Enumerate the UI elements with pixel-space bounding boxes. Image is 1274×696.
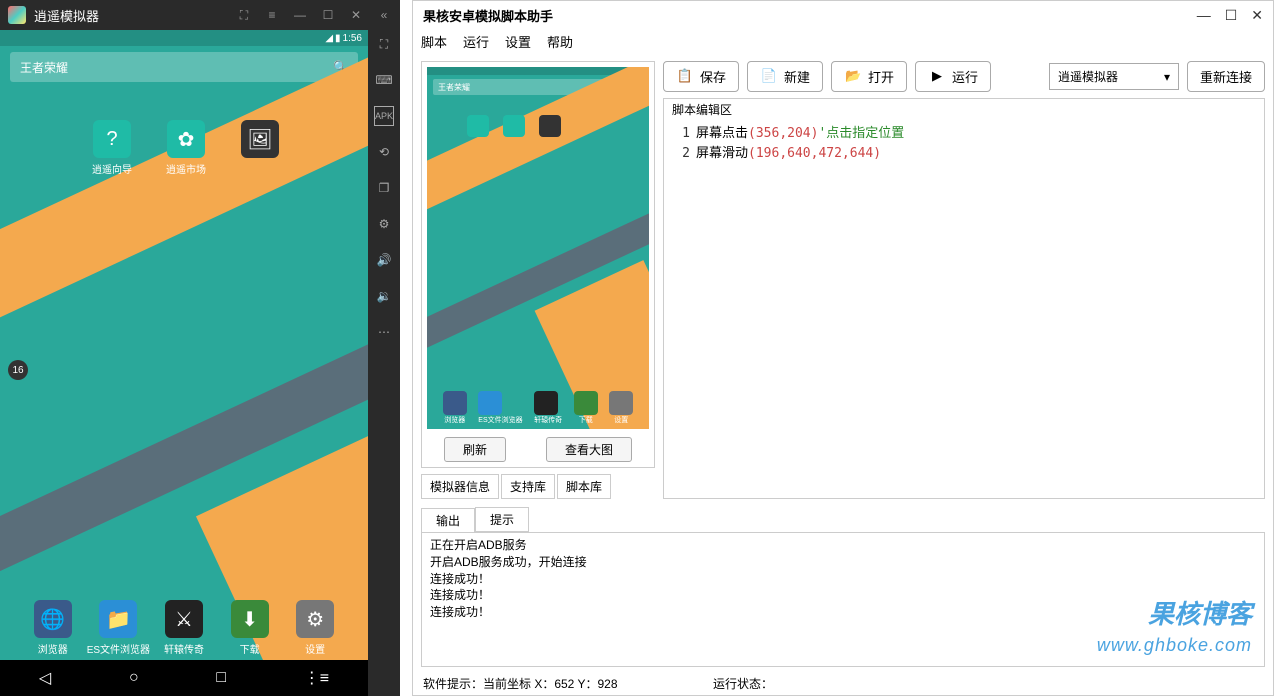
new-icon: 📄	[760, 68, 778, 86]
script-editor: 脚本编辑区 1屏幕点击(356,204)'点击指定位置2屏幕滑动(196,640…	[663, 98, 1265, 499]
emulator-select[interactable]: 逍遥模拟器▾	[1049, 63, 1179, 90]
output-box[interactable]: 正在开启ADB服务开启ADB服务成功，开始连接连接成功！连接成功！连接成功！ 果…	[421, 532, 1265, 667]
menu-0[interactable]: 脚本	[421, 32, 447, 51]
chevron-down-icon: ▾	[1164, 70, 1170, 84]
signal-icon: ◢	[325, 33, 333, 44]
assistant-right-panel: 📋保存 📄新建 📂打开 ▶运行 逍遥模拟器▾ 重新连接 脚本编辑区 1屏幕点击(…	[663, 61, 1265, 499]
apk-icon[interactable]: APK	[374, 106, 394, 126]
menu-3[interactable]: 帮助	[547, 32, 573, 51]
emulator-title: 逍遥模拟器	[34, 6, 236, 25]
output-tab-0[interactable]: 输出	[421, 508, 475, 533]
dock-app-3[interactable]: ⬇下载	[228, 600, 272, 656]
app-icon-1[interactable]: ✿逍遥市场	[164, 120, 208, 176]
dock-app-1[interactable]: 📁ES文件浏览器	[96, 600, 140, 656]
output-line: 连接成功！	[430, 604, 1256, 621]
output-line: 连接成功！	[430, 587, 1256, 604]
close-icon[interactable]: ✕	[348, 8, 364, 23]
play-icon: ▶	[928, 68, 946, 86]
app-icon-2[interactable]: 🖼	[238, 120, 282, 176]
script-content[interactable]: 1屏幕点击(356,204)'点击指定位置2屏幕滑动(196,640,472,6…	[664, 120, 1264, 498]
save-button[interactable]: 📋保存	[663, 61, 739, 92]
left-tab-1[interactable]: 支持库	[501, 474, 555, 499]
preview-box: 王者荣耀 浏览器ES文件浏览器轩辕传奇下载设置 刷新 查看大图	[421, 61, 655, 468]
emulator-window: 逍遥模拟器 ⛶ ≡ — ☐ ✕ « ◢ ▮ 1:56 王者荣耀 🔍 ?逍遥向导 ✿…	[0, 0, 400, 696]
preview-screenshot[interactable]: 王者荣耀 浏览器ES文件浏览器轩辕传奇下载设置	[427, 67, 649, 429]
maximize-icon[interactable]: ☐	[1225, 7, 1238, 24]
collapse-sidebar-icon[interactable]: «	[376, 8, 392, 23]
status-time: 1:56	[343, 33, 362, 44]
list-icon[interactable]: ⋮≡	[304, 668, 329, 688]
home-icon[interactable]: ○	[129, 669, 139, 687]
notification-badge[interactable]: 16	[8, 360, 28, 380]
script-line[interactable]: 2屏幕滑动(196,640,472,644)	[674, 144, 1254, 164]
android-search[interactable]: 王者荣耀 🔍	[10, 52, 358, 82]
menu-icon[interactable]: ≡	[264, 8, 280, 23]
emulator-screen[interactable]: ◢ ▮ 1:56 王者荣耀 🔍 ?逍遥向导 ✿逍遥市场 🖼 16 🌐浏览器 📁ES文件…	[0, 30, 368, 696]
gear-icon[interactable]: ⚙	[374, 214, 394, 234]
output-line: 连接成功！	[430, 571, 1256, 588]
open-button[interactable]: 📂打开	[831, 61, 907, 92]
back-icon[interactable]: ◁	[39, 668, 51, 688]
search-placeholder: 王者荣耀	[20, 59, 333, 76]
run-button[interactable]: ▶运行	[915, 61, 991, 92]
status-hint: 软件提示：当前坐标 X：652 Y：928	[423, 675, 713, 692]
save-icon: 📋	[676, 68, 694, 86]
android-statusbar: ◢ ▮ 1:56	[0, 30, 368, 46]
assistant-left-panel: 王者荣耀 浏览器ES文件浏览器轩辕传奇下载设置 刷新 查看大图 模拟器信息支持库…	[421, 61, 655, 499]
maximize-icon[interactable]: ☐	[320, 8, 336, 23]
battery-icon: ▮	[335, 33, 341, 44]
menu-2[interactable]: 设置	[505, 32, 531, 51]
output-tab-1[interactable]: 提示	[475, 507, 529, 532]
dock-app-4[interactable]: ⚙设置	[293, 600, 337, 656]
minimize-icon[interactable]: —	[292, 8, 308, 23]
emulator-toolbar: ⛶ ⌨ APK ⟲ ❐ ⚙ 🔊 🔉 ⋯	[368, 30, 400, 696]
assistant-menu: 脚本运行设置帮助	[413, 29, 1273, 53]
close-icon[interactable]: ✕	[1251, 7, 1263, 24]
fullscreen-icon[interactable]: ⛶	[236, 8, 252, 23]
output-line: 正在开启ADB服务	[430, 537, 1256, 554]
volume-up-icon[interactable]: 🔊	[374, 250, 394, 270]
emulator-titlebar: 逍遥模拟器 ⛶ ≡ — ☐ ✕ «	[0, 0, 400, 30]
output-section: 输出提示 正在开启ADB服务开启ADB服务成功，开始连接连接成功！连接成功！连接…	[421, 507, 1265, 667]
android-nav: ◁ ○ □ ⋮≡	[0, 660, 368, 696]
dock-app-2[interactable]: ⚔轩辕传奇	[162, 600, 206, 656]
new-button[interactable]: 📄新建	[747, 61, 823, 92]
reconnect-button[interactable]: 重新连接	[1187, 61, 1265, 92]
more-icon[interactable]: ⋯	[374, 322, 394, 342]
menu-1[interactable]: 运行	[463, 32, 489, 51]
recent-icon[interactable]: □	[216, 669, 226, 687]
script-line[interactable]: 1屏幕点击(356,204)'点击指定位置	[674, 124, 1254, 144]
toolbar: 📋保存 📄新建 📂打开 ▶运行 逍遥模拟器▾ 重新连接	[663, 61, 1265, 92]
status-run: 运行状态：	[713, 675, 773, 692]
minimize-icon[interactable]: —	[1197, 7, 1211, 24]
script-label: 脚本编辑区	[664, 99, 1264, 120]
expand-icon[interactable]: ⛶	[374, 34, 394, 54]
volume-down-icon[interactable]: 🔉	[374, 286, 394, 306]
open-icon: 📂	[844, 68, 862, 86]
multi-window-icon[interactable]: ❐	[374, 178, 394, 198]
refresh-button[interactable]: 刷新	[444, 437, 506, 462]
assistant-window: 果核安卓模拟脚本助手 — ☐ ✕ 脚本运行设置帮助 王者荣耀 浏览器ES文件浏览	[412, 0, 1274, 696]
rotate-icon[interactable]: ⟲	[374, 142, 394, 162]
dock-app-0[interactable]: 🌐浏览器	[31, 600, 75, 656]
output-line: 开启ADB服务成功，开始连接	[430, 554, 1256, 571]
left-tab-0[interactable]: 模拟器信息	[421, 474, 499, 499]
view-large-button[interactable]: 查看大图	[546, 437, 632, 462]
left-tab-2[interactable]: 脚本库	[557, 474, 611, 499]
keyboard-icon[interactable]: ⌨	[374, 70, 394, 90]
statusbar: 软件提示：当前坐标 X：652 Y：928 运行状态：	[413, 671, 1273, 695]
assistant-title: 果核安卓模拟脚本助手	[423, 6, 1197, 25]
assistant-titlebar: 果核安卓模拟脚本助手 — ☐ ✕	[413, 1, 1273, 29]
emulator-logo-icon	[8, 6, 26, 24]
app-icon-0[interactable]: ?逍遥向导	[90, 120, 134, 176]
